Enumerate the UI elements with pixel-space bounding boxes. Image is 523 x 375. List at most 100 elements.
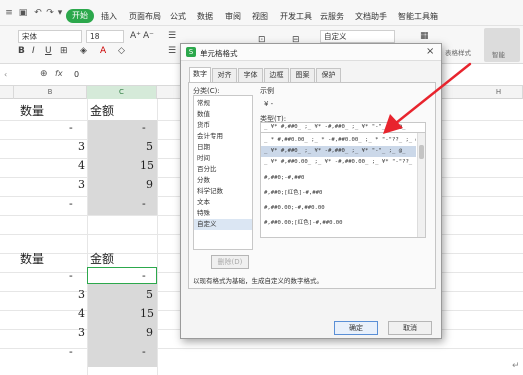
table1-cell[interactable]: - bbox=[142, 197, 146, 210]
zoom-icon[interactable]: ⊕ bbox=[40, 69, 48, 79]
undo-icon[interactable]: ↶ bbox=[33, 8, 43, 18]
category-item[interactable]: 分数 bbox=[194, 175, 252, 186]
table2-cell[interactable]: 15 bbox=[140, 307, 154, 320]
type-item[interactable]: #,##0;[红色]-#,##0 bbox=[261, 188, 416, 199]
table2-cell[interactable]: 5 bbox=[146, 288, 153, 301]
tab-number[interactable]: 数字 bbox=[189, 67, 211, 83]
tab-protection[interactable]: 保护 bbox=[316, 68, 341, 82]
table1-cell[interactable]: 4 bbox=[78, 159, 85, 172]
table1-cell[interactable]: - bbox=[69, 121, 73, 134]
category-list[interactable]: 常规 数值 货币 会计专用 日期 时间 百分比 分数 科学记数 文本 特殊 自定… bbox=[193, 95, 253, 250]
dialog-titlebar[interactable]: S 单元格格式 × bbox=[181, 44, 441, 61]
align-top-icon[interactable]: ☰ bbox=[168, 31, 176, 42]
clear-format-icon[interactable]: ◇ bbox=[118, 46, 125, 57]
table2-cell[interactable]: - bbox=[69, 269, 73, 282]
bold-button[interactable]: B bbox=[18, 46, 25, 57]
menu-item-cloud[interactable]: 云服务 bbox=[320, 11, 344, 22]
table1-header-quantity: 数量 bbox=[20, 104, 45, 118]
table1-cell[interactable]: 15 bbox=[140, 159, 154, 172]
menu-item-formula[interactable]: 公式 bbox=[170, 11, 186, 22]
shrink-font-button[interactable]: A⁻ bbox=[143, 31, 154, 42]
tab-font[interactable]: 字体 bbox=[238, 68, 263, 82]
type-item[interactable]: #,##0;-#,##0 bbox=[261, 173, 416, 184]
menu-item-data[interactable]: 数据 bbox=[197, 11, 213, 22]
category-item[interactable]: 货币 bbox=[194, 120, 252, 131]
corner-cell[interactable] bbox=[0, 86, 14, 99]
menu-item-doc-assistant[interactable]: 文档助手 bbox=[355, 11, 387, 22]
smart-toolbox-button[interactable]: 智能 bbox=[484, 28, 520, 62]
close-icon[interactable]: × bbox=[426, 46, 434, 57]
scrollbar-thumb[interactable] bbox=[419, 145, 424, 159]
redo-icon[interactable]: ↷ bbox=[45, 8, 55, 18]
table1-cell[interactable]: 5 bbox=[146, 140, 153, 153]
fill-color-icon[interactable]: ◈ bbox=[80, 46, 87, 57]
ok-button[interactable]: 确定 bbox=[334, 321, 378, 335]
table1-cell[interactable]: 9 bbox=[146, 178, 153, 191]
category-item[interactable]: 时间 bbox=[194, 153, 252, 164]
category-item[interactable]: 文本 bbox=[194, 197, 252, 208]
type-item[interactable]: _ ¥* #,##0.00_ ;_ ¥* -#,##0.00_ ;_ ¥* "-… bbox=[261, 157, 416, 168]
menu-item-smart-toolbox[interactable]: 智能工具箱 bbox=[398, 11, 438, 22]
table2-cell[interactable]: - bbox=[142, 269, 146, 282]
tab-alignment[interactable]: 对齐 bbox=[212, 68, 237, 82]
table2-cell[interactable]: - bbox=[69, 345, 73, 358]
type-item-selected[interactable]: _ ¥* #,##0_ ;_ ¥* -#,##0_ ;_ ¥* "-"_ ;_ … bbox=[261, 146, 416, 157]
type-item[interactable]: _ * #,##0.00_ ;_ * -#,##0.00_ ;_ * "-"??… bbox=[261, 135, 416, 146]
type-item[interactable]: #,##0.00;-#,##0.00 bbox=[261, 203, 416, 214]
sample-label: 示例 bbox=[260, 87, 274, 95]
category-item-selected[interactable]: 自定义 bbox=[194, 219, 252, 230]
underline-button[interactable]: U bbox=[45, 46, 52, 57]
menu-item-insert[interactable]: 插入 bbox=[101, 11, 117, 22]
column-header-b[interactable]: B bbox=[14, 86, 87, 99]
category-item[interactable]: 常规 bbox=[194, 98, 252, 109]
column-header-h[interactable]: H bbox=[475, 86, 523, 99]
border-icon[interactable]: ⊞ bbox=[60, 46, 68, 57]
save-icon[interactable]: ▣ bbox=[18, 8, 28, 18]
collapse-icon[interactable]: ‹ bbox=[4, 70, 7, 79]
description-text: 以现有格式为基础，生成自定义的数字格式。 bbox=[193, 277, 323, 285]
tab-border[interactable]: 边框 bbox=[264, 68, 289, 82]
fx-label[interactable]: fx bbox=[55, 69, 63, 78]
table1-cell[interactable]: - bbox=[142, 121, 146, 134]
table-style-label[interactable]: 表格样式 bbox=[445, 47, 471, 57]
active-cell[interactable] bbox=[87, 267, 157, 284]
grow-font-button[interactable]: A⁺ bbox=[130, 31, 141, 42]
cancel-button[interactable]: 取消 bbox=[388, 321, 432, 335]
tab-pattern[interactable]: 图案 bbox=[290, 68, 315, 82]
category-item[interactable]: 特殊 bbox=[194, 208, 252, 219]
menu-item-review[interactable]: 审阅 bbox=[225, 11, 241, 22]
table2-cell[interactable]: 3 bbox=[78, 288, 85, 301]
category-item[interactable]: 科学记数 bbox=[194, 186, 252, 197]
menu-item-view[interactable]: 视图 bbox=[252, 11, 268, 22]
dropdown-icon[interactable]: ▾ bbox=[55, 8, 65, 18]
table2-cell[interactable]: 9 bbox=[146, 326, 153, 339]
table1-cell[interactable]: 3 bbox=[78, 140, 85, 153]
type-item[interactable]: #,##0.00;[红色]-#,##0.00 bbox=[261, 218, 416, 229]
table1-cell[interactable]: 3 bbox=[78, 178, 85, 191]
menu-item-page-layout[interactable]: 页面布局 bbox=[129, 11, 161, 22]
table2-cell[interactable]: 3 bbox=[78, 326, 85, 339]
menu-icon[interactable]: ≡ bbox=[4, 8, 14, 18]
conditional-format-icon[interactable]: ▦ bbox=[420, 31, 429, 42]
font-size-select[interactable]: 18 bbox=[86, 30, 124, 43]
type-list[interactable]: _ * #,##0.00_ ;_ * -#,##0.00_ ;_ * "-"??… bbox=[260, 132, 426, 238]
tab-start[interactable]: 开始 bbox=[66, 9, 94, 23]
number-format-select[interactable]: 自定义 bbox=[320, 30, 395, 43]
italic-button[interactable]: I bbox=[32, 46, 35, 57]
delete-button[interactable]: 删除(D) bbox=[211, 255, 249, 269]
font-color-icon[interactable]: A bbox=[100, 46, 106, 57]
category-item[interactable]: 百分比 bbox=[194, 164, 252, 175]
table2-cell[interactable]: 4 bbox=[78, 307, 85, 320]
formula-input[interactable]: 0 bbox=[74, 70, 79, 79]
table2-cell[interactable]: - bbox=[142, 345, 146, 358]
column-header-c[interactable]: C bbox=[87, 86, 157, 99]
align-left-icon[interactable]: ☰ bbox=[168, 46, 176, 57]
category-item[interactable]: 数值 bbox=[194, 109, 252, 120]
format-cells-dialog: S 单元格格式 × 数字 对齐 字体 边框 图案 保护 分类(C): 常规 数值… bbox=[180, 43, 442, 339]
category-item[interactable]: 会计专用 bbox=[194, 131, 252, 142]
type-list-scrollbar[interactable] bbox=[417, 133, 425, 237]
font-name-select[interactable]: 宋体 bbox=[18, 30, 82, 43]
table1-cell[interactable]: - bbox=[69, 197, 73, 210]
menu-item-developer[interactable]: 开发工具 bbox=[280, 11, 312, 22]
category-item[interactable]: 日期 bbox=[194, 142, 252, 153]
